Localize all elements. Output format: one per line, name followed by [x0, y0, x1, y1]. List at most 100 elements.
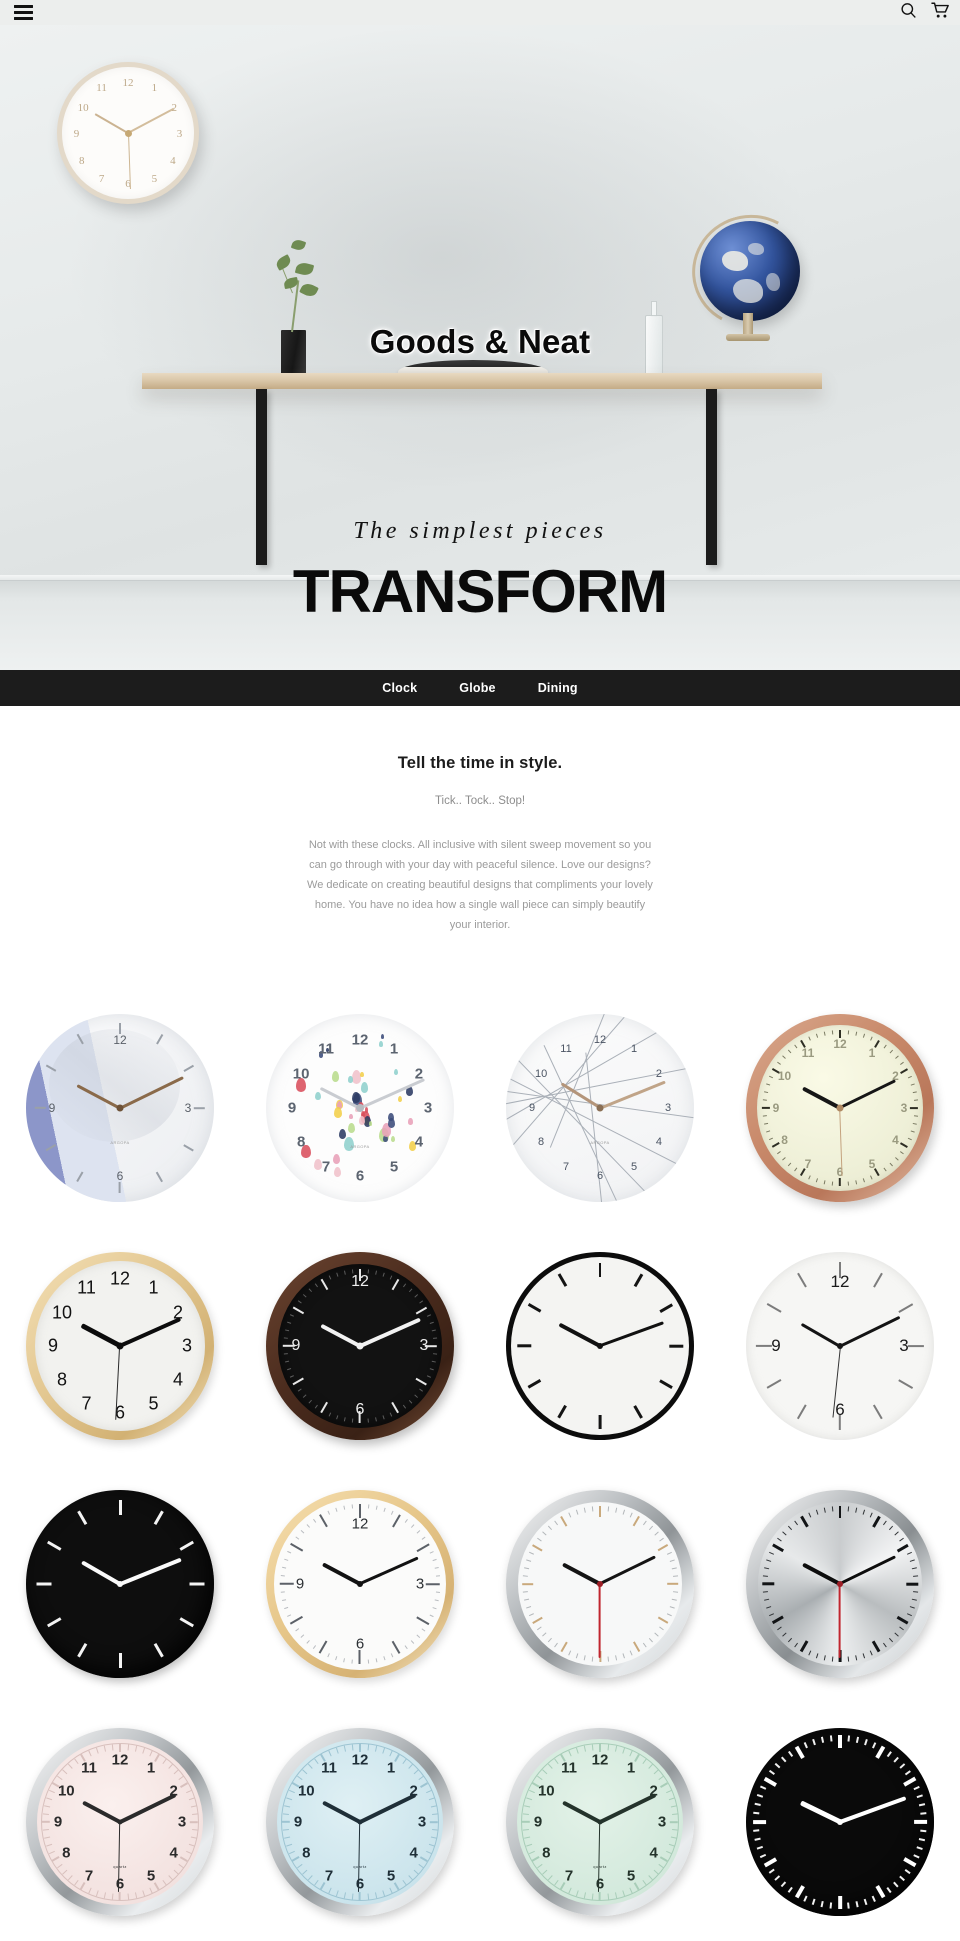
product-grid: 12 3 6 9 ARGOPA 12 1 2 3 4 5 6 7 8 9 10 11 ARGOPA 12 1 2 3 4 5 6… [0, 953, 960, 1941]
brushed-metal-clock[interactable] [746, 1490, 934, 1678]
product-card[interactable] [720, 1703, 960, 1941]
black-rim-white-clock[interactable] [506, 1252, 694, 1440]
clock-tick [368, 1660, 369, 1664]
clock-numeral: 4 [415, 1134, 423, 1151]
product-card[interactable]: 12 1 2 3 4 5 6 7 8 9 10 11 quartz [480, 1703, 720, 1941]
marble-blue-wedge-clock[interactable]: 12 3 6 9 ARGOPA [26, 1014, 214, 1202]
nav-item-globe[interactable]: Globe [453, 677, 501, 699]
clock-numeral: 6 [597, 1170, 603, 1182]
mint-chrome-clock[interactable]: 12 1 2 3 4 5 6 7 8 9 10 11 quartz [506, 1728, 694, 1916]
clock-numeral: 12 [352, 1516, 369, 1533]
clock-numeral: 1 [627, 1760, 635, 1777]
clock-tick [669, 1345, 683, 1348]
clock-numeral: 1 [869, 1046, 876, 1060]
shopping-cart-icon[interactable] [931, 2, 950, 24]
clock-center-pin [357, 1343, 364, 1350]
product-card[interactable]: 12 3 6 9 [240, 1227, 480, 1465]
clock-numeral: 8 [62, 1845, 70, 1862]
black-station-clock[interactable] [746, 1728, 934, 1916]
clock-numeral: 9 [48, 1336, 58, 1357]
clock-tick [127, 1894, 129, 1900]
clock-second-hand [599, 1584, 601, 1658]
nav-item-clock[interactable]: Clock [376, 677, 423, 699]
clock-center-pin [118, 1820, 123, 1825]
product-card[interactable]: 12 1 2 3 4 5 6 7 8 9 10 11 ARGOPA [480, 989, 720, 1227]
clock-tick [591, 1894, 593, 1900]
raindrop-motif [388, 1118, 395, 1128]
pink-chrome-clock[interactable]: 12 1 2 3 4 5 6 7 8 9 10 11 quartz [26, 1728, 214, 1916]
dark-wood-black-clock[interactable]: 12 3 6 9 [266, 1252, 454, 1440]
product-card[interactable]: 12 1 2 3 4 5 6 7 8 9 10 11 [720, 989, 960, 1227]
hamburger-bar [14, 11, 33, 14]
clock-numeral: 9 [292, 1337, 301, 1355]
hamburger-menu-icon[interactable] [14, 5, 33, 20]
clock-numeral: 3 [658, 1814, 666, 1831]
clock-tick [762, 1583, 774, 1586]
clock-numeral: 9 [54, 1814, 62, 1831]
clock-tick [351, 1894, 353, 1900]
intro-body: Not with these clocks. All inclusive wit… [304, 835, 656, 935]
clock-tick [426, 1583, 440, 1585]
product-card[interactable]: 12 1 2 3 4 5 6 7 8 9 10 11 ARGOPA [240, 989, 480, 1227]
clock-numeral: 9 [773, 1101, 780, 1115]
raindrop-pattern-clock[interactable]: 12 1 2 3 4 5 6 7 8 9 10 11 ARGOPA [266, 1014, 454, 1202]
hero-clock-pin [125, 130, 132, 137]
top-bar [0, 0, 960, 25]
clock-tick [607, 1657, 608, 1662]
chrome-white-station-clock[interactable] [506, 1490, 694, 1678]
black-minimal-clock[interactable] [26, 1490, 214, 1678]
product-card[interactable] [480, 1465, 720, 1703]
product-card[interactable]: 12 1 2 3 4 5 6 7 8 9 10 11 quartz [0, 1703, 240, 1941]
clock-tick [831, 1182, 832, 1186]
blue-chrome-clock[interactable]: 12 1 2 3 4 5 6 7 8 9 10 11 quartz [266, 1728, 454, 1916]
clock-tick [914, 1820, 927, 1824]
clock-tick [368, 1504, 369, 1508]
clock-second-hand [839, 1584, 841, 1658]
search-icon[interactable] [900, 2, 917, 24]
intro-subtitle: Tick.. Tock.. Stop! [0, 795, 960, 807]
raindrop-motif [365, 1107, 369, 1112]
clock-numeral: 4 [656, 1136, 662, 1148]
clock-numeral: 10 [293, 1066, 310, 1083]
product-card[interactable]: 12 3 6 9 ARGOPA [0, 989, 240, 1227]
clock-numeral: 7 [805, 1157, 812, 1171]
clock-numeral: 3 [901, 1101, 908, 1115]
clock-tick [591, 1506, 592, 1511]
copper-rim-cream-clock[interactable]: 12 1 2 3 4 5 6 7 8 9 10 11 [746, 1014, 934, 1202]
clock-tick [831, 1506, 833, 1511]
clock-tick [823, 1032, 825, 1036]
raindrop-motif [315, 1092, 321, 1100]
product-card[interactable]: 12 3 6 9 [240, 1465, 480, 1703]
product-card[interactable]: 12 1 2 3 4 5 6 7 8 9 10 11 quartz [240, 1703, 480, 1941]
hero-banner[interactable]: 12 1 2 3 4 5 6 7 8 9 10 11 Goods & Neat … [0, 25, 960, 670]
product-card[interactable] [0, 1465, 240, 1703]
product-card[interactable] [720, 1465, 960, 1703]
product-card[interactable]: 12 1 2 3 4 5 6 7 8 9 10 11 [0, 1227, 240, 1465]
clock-numeral: 8 [781, 1133, 788, 1147]
clock-brand-mark: ARGOPA [590, 1140, 609, 1145]
nav-item-dining[interactable]: Dining [532, 677, 584, 699]
clock-numeral: 4 [892, 1133, 899, 1147]
hero-clock-minute-hand [128, 108, 175, 134]
white-minimal-clock[interactable]: 12 3 6 9 [746, 1252, 934, 1440]
clock-tick [591, 1744, 593, 1750]
clock-center-pin [598, 1820, 603, 1825]
wood-rim-white-clock[interactable]: 12 3 6 9 [266, 1490, 454, 1678]
clock-numeral: 9 [771, 1336, 780, 1356]
clock-numeral: 1 [390, 1041, 398, 1058]
hero-subtitle: The simplest pieces [0, 518, 960, 545]
clock-numeral: 10 [778, 1069, 791, 1083]
clock-tick [591, 1657, 592, 1662]
clock-brand-mark: quartz [113, 1864, 127, 1869]
marble-geometric-clock[interactable]: 12 1 2 3 4 5 6 7 8 9 10 11 ARGOPA [506, 1014, 694, 1202]
raindrop-motif [408, 1118, 412, 1124]
product-card[interactable]: 12 3 6 9 [720, 1227, 960, 1465]
light-wood-rim-clock[interactable]: 12 1 2 3 4 5 6 7 8 9 10 11 [26, 1252, 214, 1440]
clock-numeral: 11 [802, 1046, 815, 1060]
product-card[interactable] [480, 1227, 720, 1465]
clock-numeral: 3 [178, 1814, 186, 1831]
clock-numeral: 12 [352, 1032, 369, 1049]
raindrop-motif [391, 1136, 395, 1142]
intro-title: Tell the time in style. [0, 754, 960, 773]
clock-numeral: 11 [77, 1278, 96, 1299]
